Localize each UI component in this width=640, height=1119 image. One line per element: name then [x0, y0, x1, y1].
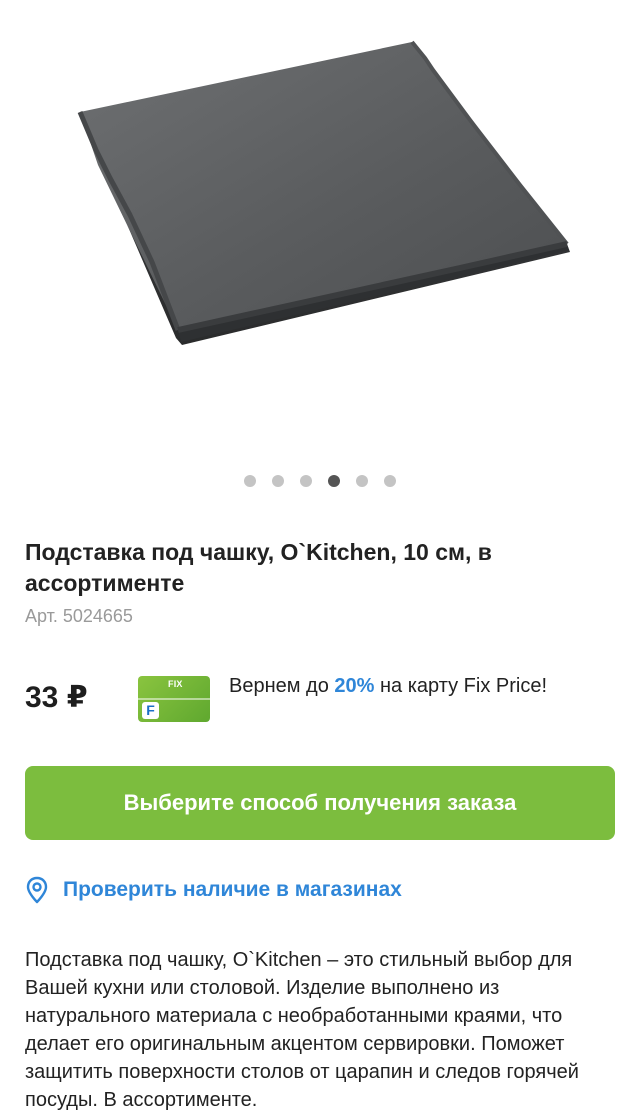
location-pin-icon [26, 876, 48, 904]
product-title: Подставка под чашку, O`Kitchen, 10 см, в… [25, 539, 492, 596]
product-image [77, 40, 570, 345]
card-brand-text: FIX [168, 679, 183, 689]
cashback-prefix: Вернем до [229, 675, 335, 697]
gallery-pagination [0, 475, 640, 487]
gallery-dot[interactable] [272, 475, 284, 487]
gallery-dot-active[interactable] [328, 475, 340, 487]
product-page: Подставка под чашку, O`Kitchen, 10 см, в… [0, 0, 640, 1119]
check-availability-link[interactable]: Проверить наличие в магазинах [25, 876, 402, 904]
cashback-percent: 20% [334, 675, 375, 697]
product-article-number: Арт. 5024665 [25, 606, 133, 626]
card-stripe [138, 698, 210, 700]
product-image-gallery[interactable] [0, 0, 640, 460]
gallery-dot[interactable] [384, 475, 396, 487]
gallery-dot[interactable] [244, 475, 256, 487]
choose-delivery-method-button[interactable]: Выберите способ получения заказа [25, 766, 615, 840]
check-availability-label: Проверить наличие в магазинах [63, 878, 402, 901]
cashback-info: Вернем до 20% на карту Fix Price! [229, 673, 549, 700]
card-letter: F [142, 702, 159, 719]
product-price: 33 ₽ [25, 681, 88, 714]
fix-price-card-icon: FIX F [138, 676, 210, 722]
gallery-dot[interactable] [300, 475, 312, 487]
cashback-suffix: на карту Fix Price! [374, 675, 548, 697]
gallery-dot[interactable] [356, 475, 368, 487]
product-description: Подставка под чашку, O`Kitchen – это сти… [25, 949, 579, 1111]
